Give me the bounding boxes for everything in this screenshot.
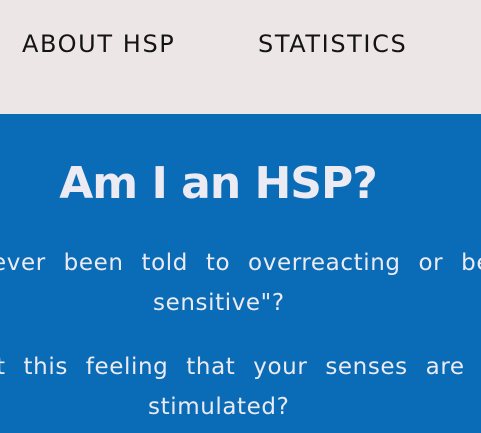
hero-section: Am I an HSP? ever been told to overreact… xyxy=(0,114,481,433)
question-1-line-1: ever been told to overreacting or bei xyxy=(0,250,481,276)
nav-link-statistics[interactable]: STATISTICS xyxy=(258,30,407,58)
question-2-line-2: stimulated? xyxy=(148,394,290,420)
question-1-line-2: sensitive"? xyxy=(153,290,285,316)
top-navigation: ABOUT HSP STATISTICS xyxy=(0,0,481,114)
hero-title: Am I an HSP? xyxy=(59,158,378,209)
nav-link-about-hsp[interactable]: ABOUT HSP xyxy=(22,30,175,58)
question-2-line-1: t this feeling that your senses are co xyxy=(0,354,481,380)
